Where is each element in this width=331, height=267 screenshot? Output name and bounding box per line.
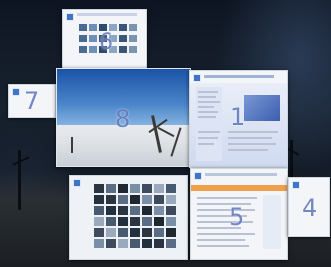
window-number: 5 [229,203,245,231]
text-line [197,239,245,241]
thumbnail-tile [142,228,152,237]
thumbnail-tile [89,24,97,31]
thumbnail-tile [166,217,176,226]
window-number: 7 [24,87,40,115]
window-number: 1 [230,103,246,131]
thumbnail-tile [94,206,104,215]
thumbnail-tile [154,239,164,248]
window-thumbnail-1[interactable]: 1 [189,70,288,168]
thumbnail-tile [130,184,140,193]
thumbnail-tile [130,239,140,248]
thumbnail-tile [119,24,127,31]
thumbnail-tile [154,195,164,204]
thumbnail-tile [106,206,116,215]
thumbnail-tile [142,239,152,248]
thumbnail-tile [106,217,116,226]
text-line [198,96,216,98]
thumbnail-tile [119,35,127,42]
app-icon [12,88,20,96]
app-icon [66,13,74,21]
text-line [198,131,220,133]
thumbnail-tile [129,46,137,53]
window-thumbnail-6[interactable]: 6 [62,9,147,69]
text-line [197,233,255,235]
thumbnail-tile [166,239,176,248]
text-line [197,197,257,199]
thumbnail-tile [166,206,176,215]
text-line [198,137,218,139]
thumbnail-tile [118,195,128,204]
thumbnail-tile [94,184,104,193]
app-icon [292,181,300,189]
thumbnail-tile [166,228,176,237]
thumbnail-tile [79,35,87,42]
thumbnail-tile [166,195,176,204]
thumbnail-tile [118,206,128,215]
window-number: 4 [302,194,318,222]
thumbnail-tile [154,184,164,193]
thumbnail-tile [129,35,137,42]
text-line [198,143,214,145]
window-thumbnail-3[interactable] [69,175,188,260]
thumbnail-tile [94,228,104,237]
thumbnail-tile [118,217,128,226]
text-line [198,111,218,113]
thumbnail-tile [89,46,97,53]
thumbnail-tile [79,24,87,31]
thumbnail-tile [118,228,128,237]
text-line [228,131,278,133]
text-line [197,209,255,211]
thumbnail-tile [130,195,140,204]
thumbnail-tile [94,217,104,226]
text-line [197,221,253,223]
text-line [198,106,214,108]
thumbnail-tile [129,24,137,31]
window-thumbnail-4[interactable]: 4 [288,177,330,237]
thumbnail-tile [142,206,152,215]
thumbnail-tile [142,217,152,226]
thumbnail-tile [154,206,164,215]
thumbnail-tile [118,239,128,248]
thumbnail-tile [106,239,116,248]
text-line [198,116,216,118]
app-icon [73,179,81,187]
thumbnail-tile [106,195,116,204]
thumbnail-tile [130,228,140,237]
text-line [197,245,249,247]
thumbnail-tile [106,184,116,193]
text-line [198,91,218,93]
text-line [228,149,268,151]
text-line [198,101,220,103]
thumbnail-tile [94,195,104,204]
thumbnail-tile [166,184,176,193]
thumbnail-tile [130,206,140,215]
thumbnail-tile [79,46,87,53]
window-thumbnail-5[interactable]: 5 [190,168,288,260]
thumbnail-tile [142,195,152,204]
window-thumbnail-7[interactable]: 7 [8,84,56,118]
thumbnail-tile [154,228,164,237]
text-line [228,143,276,145]
text-line [228,137,272,139]
thumbnail-tile [94,239,104,248]
window-number: 6 [99,30,113,55]
thumbnail-tile [118,184,128,193]
thumbnail-tile [106,228,116,237]
thumbnail-tile [130,217,140,226]
thumbnail-tile [89,35,97,42]
thumbnail-tile [142,184,152,193]
window-thumbnail-8[interactable]: 8 [56,68,191,167]
thumbnail-tile [119,46,127,53]
window-number: 8 [115,105,131,133]
thumbnail-tile [154,217,164,226]
